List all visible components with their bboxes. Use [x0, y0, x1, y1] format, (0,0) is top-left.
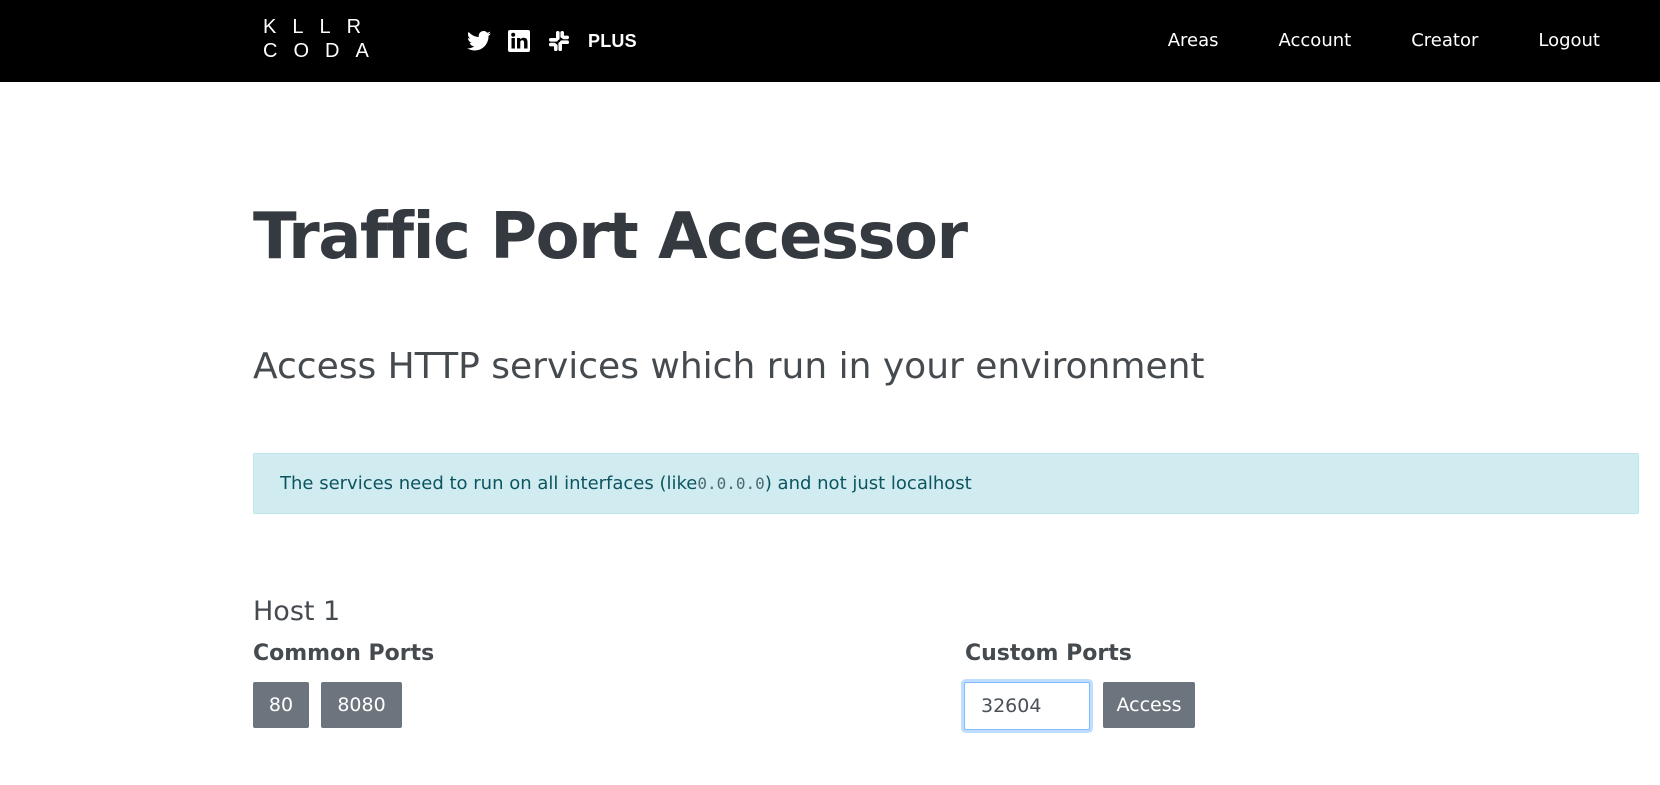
- alert-text-before: The services need to run on all interfac…: [280, 473, 698, 494]
- nav-creator[interactable]: Creator: [1411, 30, 1478, 51]
- custom-ports-label: Custom Ports: [965, 641, 1132, 666]
- port-button-80[interactable]: 80: [253, 682, 309, 728]
- nav-links: Areas Account Creator Logout: [1168, 30, 1600, 51]
- custom-port-input[interactable]: [964, 682, 1090, 730]
- nav-areas[interactable]: Areas: [1168, 30, 1219, 51]
- info-alert: The services need to run on all interfac…: [253, 453, 1639, 514]
- page-subtitle: Access HTTP services which run in your e…: [253, 346, 1205, 387]
- port-button-8080[interactable]: 8080: [321, 682, 402, 728]
- social-links: PLUS: [466, 28, 637, 54]
- common-ports-label: Common Ports: [253, 641, 435, 666]
- plus-link[interactable]: PLUS: [588, 31, 637, 52]
- page-title: Traffic Port Accessor: [253, 200, 968, 274]
- linkedin-icon[interactable]: [506, 28, 532, 54]
- killercoda-logo[interactable]: KLLR CODA: [263, 15, 385, 63]
- nav-account[interactable]: Account: [1279, 30, 1352, 51]
- logo-line-1: KLLR: [263, 16, 378, 38]
- alert-code: 0.0.0.0: [697, 474, 765, 493]
- nav-logout[interactable]: Logout: [1538, 30, 1600, 51]
- alert-text-after: ) and not just localhost: [764, 473, 972, 494]
- logo-line-2: CODA: [263, 40, 385, 62]
- top-navbar: KLLR CODA PLUS Areas Account Creator Log…: [0, 0, 1660, 82]
- slack-icon[interactable]: [546, 28, 572, 54]
- host-title: Host 1: [253, 596, 341, 627]
- access-button[interactable]: Access: [1103, 682, 1195, 728]
- twitter-icon[interactable]: [466, 28, 492, 54]
